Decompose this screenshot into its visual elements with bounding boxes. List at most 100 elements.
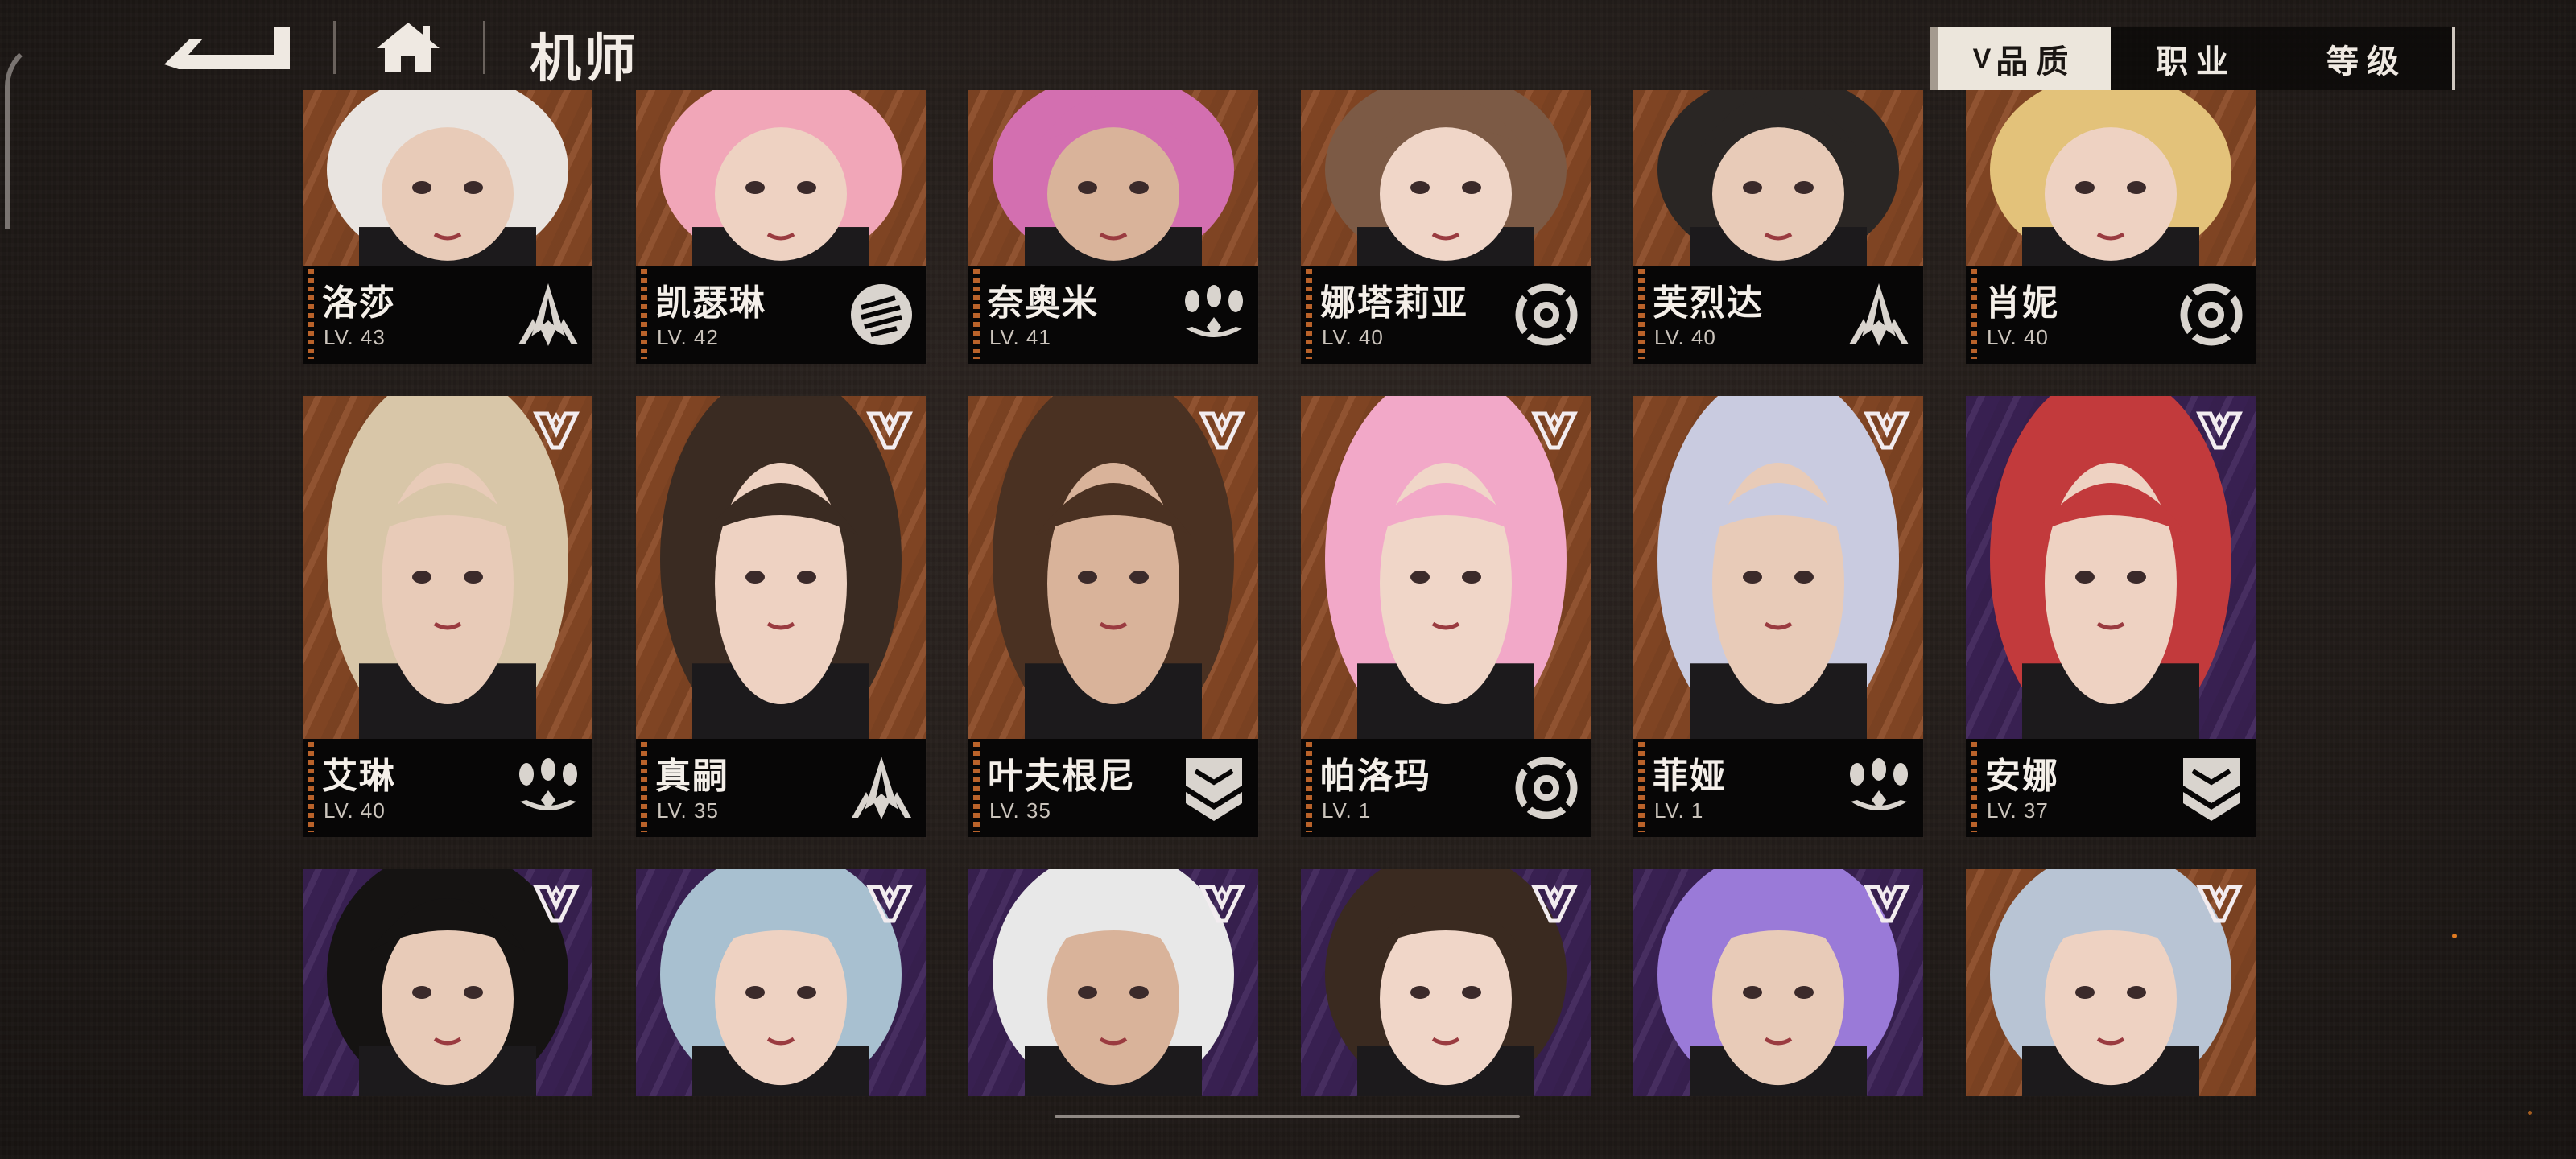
pilot-namebar: 菲娅 LV. 1 (1633, 739, 1923, 837)
rarity-icon (1864, 409, 1910, 452)
pilot-card[interactable]: 真嗣 LV. 35 (636, 396, 926, 837)
pilot-portrait (636, 869, 926, 1096)
pilot-card[interactable]: 肖妮 LV. 40 (1966, 90, 2256, 364)
bombs-class-icon (1179, 280, 1249, 349)
pilot-avatar (1633, 90, 1923, 266)
pilot-card[interactable] (968, 869, 1258, 1096)
sort-tab-label: 品质 (1996, 44, 2077, 80)
pilot-level: LV. 37 (1987, 798, 2049, 823)
namebar-stripe (1306, 269, 1312, 359)
pilot-level: LV. 40 (1987, 325, 2049, 349)
pilot-card[interactable]: 凯瑟琳 LV. 42 (636, 90, 926, 364)
pilot-namebar: 叶夫根尼 LV. 35 (968, 739, 1258, 837)
pilot-card[interactable] (1966, 869, 2256, 1096)
spike-class-icon (514, 280, 583, 349)
pilot-avatar (1966, 90, 2256, 266)
pilot-namebar: 帕洛玛 LV. 1 (1301, 739, 1591, 837)
namebar-stripe (973, 742, 980, 832)
namebar-stripe (1971, 742, 1977, 832)
rarity-icon (533, 409, 580, 452)
pilot-portrait (968, 869, 1258, 1096)
pilot-portrait (1633, 90, 1923, 266)
pilot-name: 洛莎 (322, 283, 396, 323)
namebar-stripe (641, 742, 647, 832)
ember-particle (2528, 1111, 2532, 1115)
pilot-name: 凯瑟琳 (655, 283, 766, 323)
rarity-icon (1864, 882, 1910, 926)
pilot-namebar: 肖妮 LV. 40 (1966, 266, 2256, 364)
pilot-portrait (968, 396, 1258, 739)
pilot-card[interactable]: 娜塔莉亚 LV. 40 (1301, 90, 1591, 364)
namebar-stripe (1971, 269, 1977, 359)
pilot-card[interactable]: 帕洛玛 LV. 1 (1301, 396, 1591, 837)
pilot-card[interactable]: 奈奥米 LV. 41 (968, 90, 1258, 364)
pilot-card[interactable] (303, 869, 592, 1096)
sort-tab-level[interactable]: 等级 (2281, 27, 2452, 90)
pilot-avatar (636, 90, 926, 266)
pilot-level: LV. 40 (1322, 325, 1384, 349)
pilot-card[interactable]: 安娜 LV. 37 (1966, 396, 2256, 837)
target-class-icon (2177, 280, 2246, 349)
scroll-indicator[interactable] (1055, 1115, 1520, 1118)
pilot-name: 帕洛玛 (1320, 757, 1431, 796)
rarity-icon (533, 882, 580, 926)
sort-tab-label: 等级 (2326, 44, 2407, 80)
pilot-portrait (1301, 396, 1591, 739)
pilot-level: LV. 1 (1654, 798, 1704, 823)
pilot-card[interactable]: 艾琳 LV. 40 (303, 396, 592, 837)
pilot-level: LV. 41 (989, 325, 1051, 349)
pilot-name: 奈奥米 (988, 283, 1099, 323)
pilot-namebar: 洛莎 LV. 43 (303, 266, 592, 364)
pilot-name: 真嗣 (655, 757, 729, 796)
pilot-name: 娜塔莉亚 (1320, 283, 1468, 323)
bombs-class-icon (1844, 753, 1913, 823)
sort-bar-endcap (2452, 27, 2455, 90)
pilot-card[interactable]: 菲娅 LV. 1 (1633, 396, 1923, 837)
target-class-icon (1512, 753, 1581, 823)
pilot-level: LV. 42 (657, 325, 719, 349)
chevron-down-icon: V (1972, 43, 1992, 74)
pilot-namebar: 芙烈达 LV. 40 (1633, 266, 1923, 364)
shield-class-icon (1179, 753, 1249, 823)
pilot-portrait (636, 396, 926, 739)
pilot-card[interactable] (1633, 869, 1923, 1096)
pilot-namebar: 安娜 LV. 37 (1966, 739, 2256, 837)
pilot-card[interactable] (1301, 869, 1591, 1096)
pilot-card[interactable]: 芙烈达 LV. 40 (1633, 90, 1923, 364)
pilot-name: 芙烈达 (1653, 283, 1764, 323)
pilot-portrait (1301, 90, 1591, 266)
pilot-namebar: 奈奥米 LV. 41 (968, 266, 1258, 364)
pilot-namebar: 娜塔莉亚 LV. 40 (1301, 266, 1591, 364)
spike-class-icon (847, 753, 916, 823)
pilot-portrait (636, 90, 926, 266)
pilot-card[interactable]: 洛莎 LV. 43 (303, 90, 592, 364)
rarity-icon (2196, 882, 2243, 926)
namebar-stripe (1638, 269, 1645, 359)
rarity-icon (866, 882, 913, 926)
pilot-level: LV. 35 (989, 798, 1051, 823)
pilot-card[interactable]: 叶夫根尼 LV. 35 (968, 396, 1258, 837)
pilot-level: LV. 40 (324, 798, 386, 823)
pilot-card[interactable] (636, 869, 926, 1096)
pilot-level: LV. 43 (324, 325, 386, 349)
pilot-avatar (1301, 90, 1591, 266)
rarity-icon (1199, 882, 1245, 926)
sort-bar: V 品质 职业 等级 (1930, 27, 2455, 90)
home-icon (377, 23, 440, 72)
bombs-class-icon (514, 753, 583, 823)
page-title: 机师 (530, 30, 639, 88)
pilot-level: LV. 40 (1654, 325, 1716, 349)
pilot-portrait (1633, 869, 1923, 1096)
pilot-namebar: 真嗣 LV. 35 (636, 739, 926, 837)
pilot-level: LV. 35 (657, 798, 719, 823)
pilot-portrait (1966, 396, 2256, 739)
home-button[interactable] (374, 19, 443, 76)
back-button[interactable] (161, 23, 293, 72)
pilot-avatar (303, 90, 592, 266)
sort-tab-quality[interactable]: V 品质 (1930, 27, 2111, 90)
pilot-portrait (1301, 869, 1591, 1096)
target-class-icon (1512, 280, 1581, 349)
fist-class-icon (847, 280, 916, 349)
sort-tab-class[interactable]: 职业 (2111, 27, 2281, 90)
namebar-stripe (1638, 742, 1645, 832)
